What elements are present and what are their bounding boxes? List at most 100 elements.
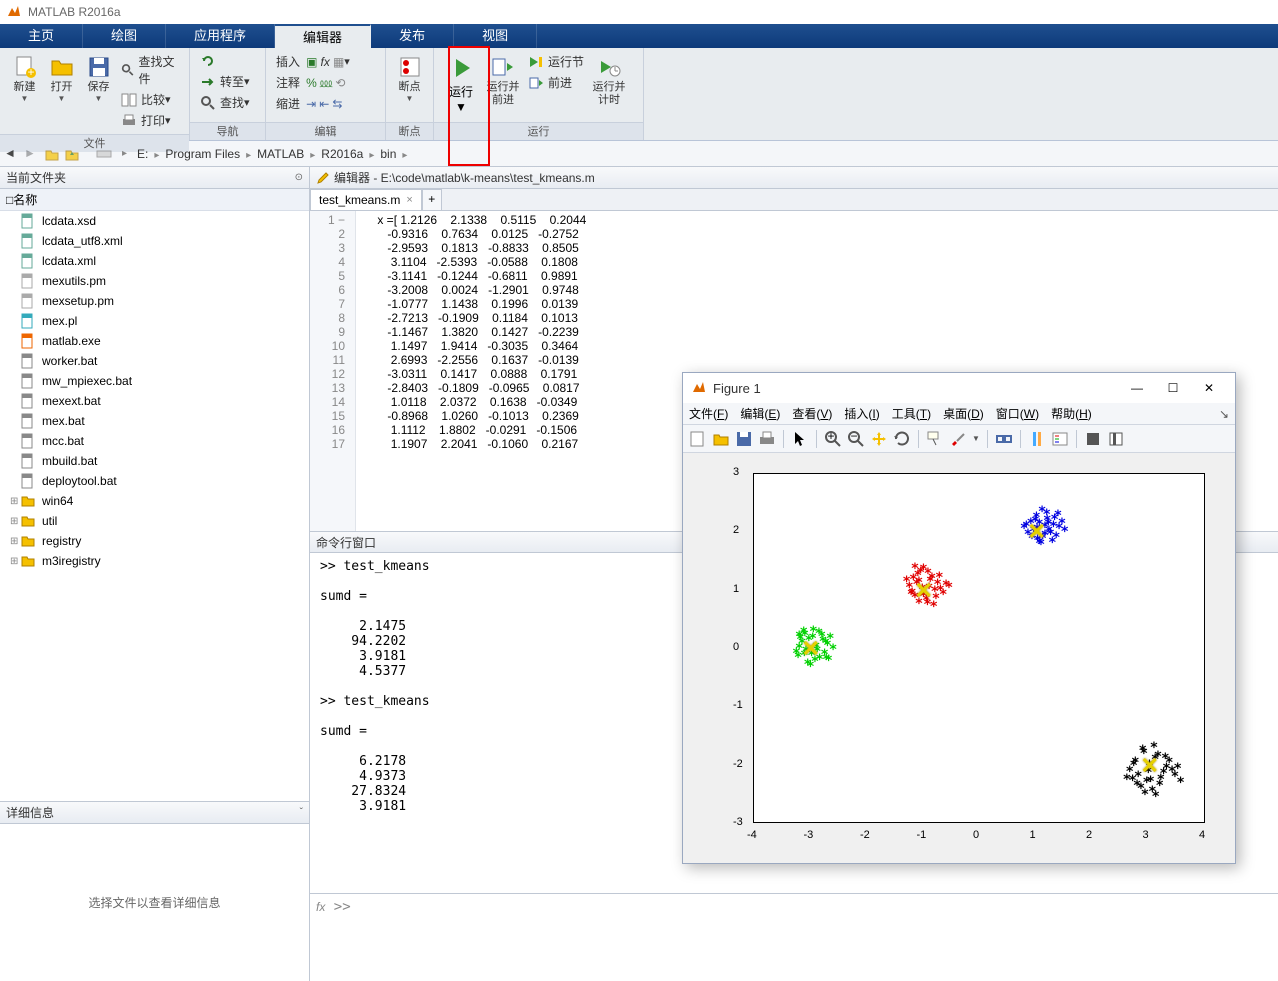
rotate-icon[interactable] [893,430,911,448]
nav-fwd-icon[interactable]: ► [24,146,40,162]
open-fig-icon[interactable] [712,430,730,448]
print-button[interactable]: 打印 ▾ [117,110,183,131]
find-files-button[interactable]: 查找文件 [117,51,183,89]
advance-button[interactable]: 前进 [524,72,588,93]
figure-menu-item[interactable]: 工具(T) [892,405,931,422]
figure-canvas[interactable]: ******************************✕*********… [683,453,1235,863]
command-prompt[interactable]: fx >> [310,893,1278,919]
datatip-icon[interactable] [926,430,944,448]
group-nav: 转至 ▾ 查找 ▾ 导航 [190,48,266,140]
link-icon[interactable] [995,430,1013,448]
panel-collapse-icon[interactable]: ⊙ [295,172,303,183]
folder-row[interactable]: ⊞util [0,511,309,531]
file-row[interactable]: mexext.bat [0,391,309,411]
file-row[interactable]: mexutils.pm [0,271,309,291]
y-tick: 0 [733,641,739,653]
ribbon-tab-5[interactable]: 视图 [454,24,537,48]
zoom-out-icon[interactable]: − [847,430,865,448]
file-row[interactable]: deploytool.bat [0,471,309,491]
goto-button[interactable]: 转至 ▾ [196,71,254,92]
file-row[interactable]: mex.bat [0,411,309,431]
comment-button[interactable]: 注释 % ⅏ ⟲ [272,72,379,93]
figure-menu-item[interactable]: 编辑(E) [740,405,780,422]
zoom-in-icon[interactable]: + [824,430,842,448]
file-row[interactable]: worker.bat [0,351,309,371]
close-tab-icon[interactable]: × [406,194,412,206]
brush-icon[interactable] [949,430,967,448]
breadcrumb-seg[interactable]: MATLAB [257,147,304,161]
show-plot-icon[interactable] [1107,430,1125,448]
figure-menu-item[interactable]: 文件(F) [689,405,728,422]
file-row[interactable]: mcc.bat [0,431,309,451]
minimize-button[interactable]: — [1119,376,1155,400]
colorbar-icon[interactable] [1028,430,1046,448]
pointer-icon[interactable] [791,430,809,448]
folder-row[interactable]: ⊞registry [0,531,309,551]
file-row[interactable]: mex.pl [0,311,309,331]
save-fig-icon[interactable] [735,430,753,448]
run-time-button[interactable]: 运行并计时 [588,51,630,111]
figure-titlebar[interactable]: Figure 1 — ☐ ✕ [683,373,1235,403]
axes[interactable]: ******************************✕*********… [753,473,1205,823]
details-header: 详细信息ˇ [0,802,309,824]
figure-menu-item[interactable]: 帮助(H) [1051,405,1092,422]
breadcrumb-seg[interactable]: Program Files [165,147,240,161]
folder-up-icon[interactable] [44,146,60,162]
new-button[interactable]: +新建▼ [6,51,43,107]
figure-menu-item[interactable]: 查看(V) [792,405,832,422]
file-row[interactable]: lcdata.xsd [0,211,309,231]
run-advance-button[interactable]: 运行并前进 [482,51,524,111]
ribbon-tab-0[interactable]: 主页 [0,24,83,48]
editor-tab[interactable]: test_kmeans.m× [310,189,422,210]
file-row[interactable]: mbuild.bat [0,451,309,471]
pan-icon[interactable] [870,430,888,448]
folder-row[interactable]: ⊞m3iregistry [0,551,309,571]
run-button[interactable]: 运行▼ [440,51,482,118]
breakpoints-button[interactable]: 断点▼ [392,51,427,107]
undo-button[interactable] [196,51,254,71]
ribbon-tab-4[interactable]: 发布 [371,24,454,48]
folder-row[interactable]: ⊞win64 [0,491,309,511]
ribbon-tab-1[interactable]: 绘图 [83,24,166,48]
indent-button[interactable]: 缩进 ⇥ ⇤ ⇆ [272,93,379,114]
find-button[interactable]: 查找 ▾ [196,92,254,113]
insert-button[interactable]: 插入 ▣ fx ▦ ▾ [272,51,379,72]
close-button[interactable]: ✕ [1191,376,1227,400]
breadcrumb-seg[interactable]: bin [380,147,396,161]
run-section-button[interactable]: 运行节 [524,51,588,72]
new-fig-icon[interactable] [689,430,707,448]
address-bar: ◄ ► ▸ E:▸Program Files▸MATLAB▸R2016a▸bin… [0,141,1278,167]
file-icon [20,353,36,369]
ribbon-tab-3[interactable]: 编辑器 [275,24,371,48]
print-fig-icon[interactable] [758,430,776,448]
folder-icon[interactable] [64,146,80,162]
figure-menu-item[interactable]: 窗口(W) [996,405,1039,422]
code-content[interactable]: x =[ 1.2126 2.1338 0.5115 0.2044 -0.9316… [356,211,594,531]
nav-back-icon[interactable]: ◄ [4,146,20,162]
figure-menu-item[interactable]: 桌面(D) [943,405,984,422]
file-row[interactable]: lcdata.xml [0,251,309,271]
hide-plot-icon[interactable] [1084,430,1102,448]
dock-icon[interactable]: ↘ [1219,407,1229,421]
breadcrumb-seg[interactable]: E: [137,147,148,161]
save-button[interactable]: 保存▼ [80,51,117,107]
panel-collapse-icon[interactable]: ˇ [300,807,303,818]
column-header[interactable]: □ 名称 [0,189,309,211]
file-row[interactable]: matlab.exe [0,331,309,351]
new-tab-button[interactable]: + [422,189,442,210]
svg-text:+: + [827,430,834,443]
centroid-marker: ✕ [1028,523,1046,541]
figure-window[interactable]: Figure 1 — ☐ ✕ 文件(F) 编辑(E) 查看(V) 插入(I) 工具(T)… [682,372,1236,864]
breadcrumb-seg[interactable]: R2016a [321,147,363,161]
legend-icon[interactable] [1051,430,1069,448]
open-button[interactable]: 打开▼ [43,51,80,107]
maximize-button[interactable]: ☐ [1155,376,1191,400]
file-row[interactable]: mw_mpiexec.bat [0,371,309,391]
file-icon [20,413,36,429]
file-row[interactable]: mexsetup.pm [0,291,309,311]
ribbon-tab-2[interactable]: 应用程序 [166,24,275,48]
figure-menu-item[interactable]: 插入(I) [844,405,879,422]
compare-button[interactable]: 比较 ▾ [117,89,183,110]
file-list[interactable]: □ 名称 lcdata.xsdlcdata_utf8.xmllcdata.xml… [0,189,309,801]
file-row[interactable]: lcdata_utf8.xml [0,231,309,251]
